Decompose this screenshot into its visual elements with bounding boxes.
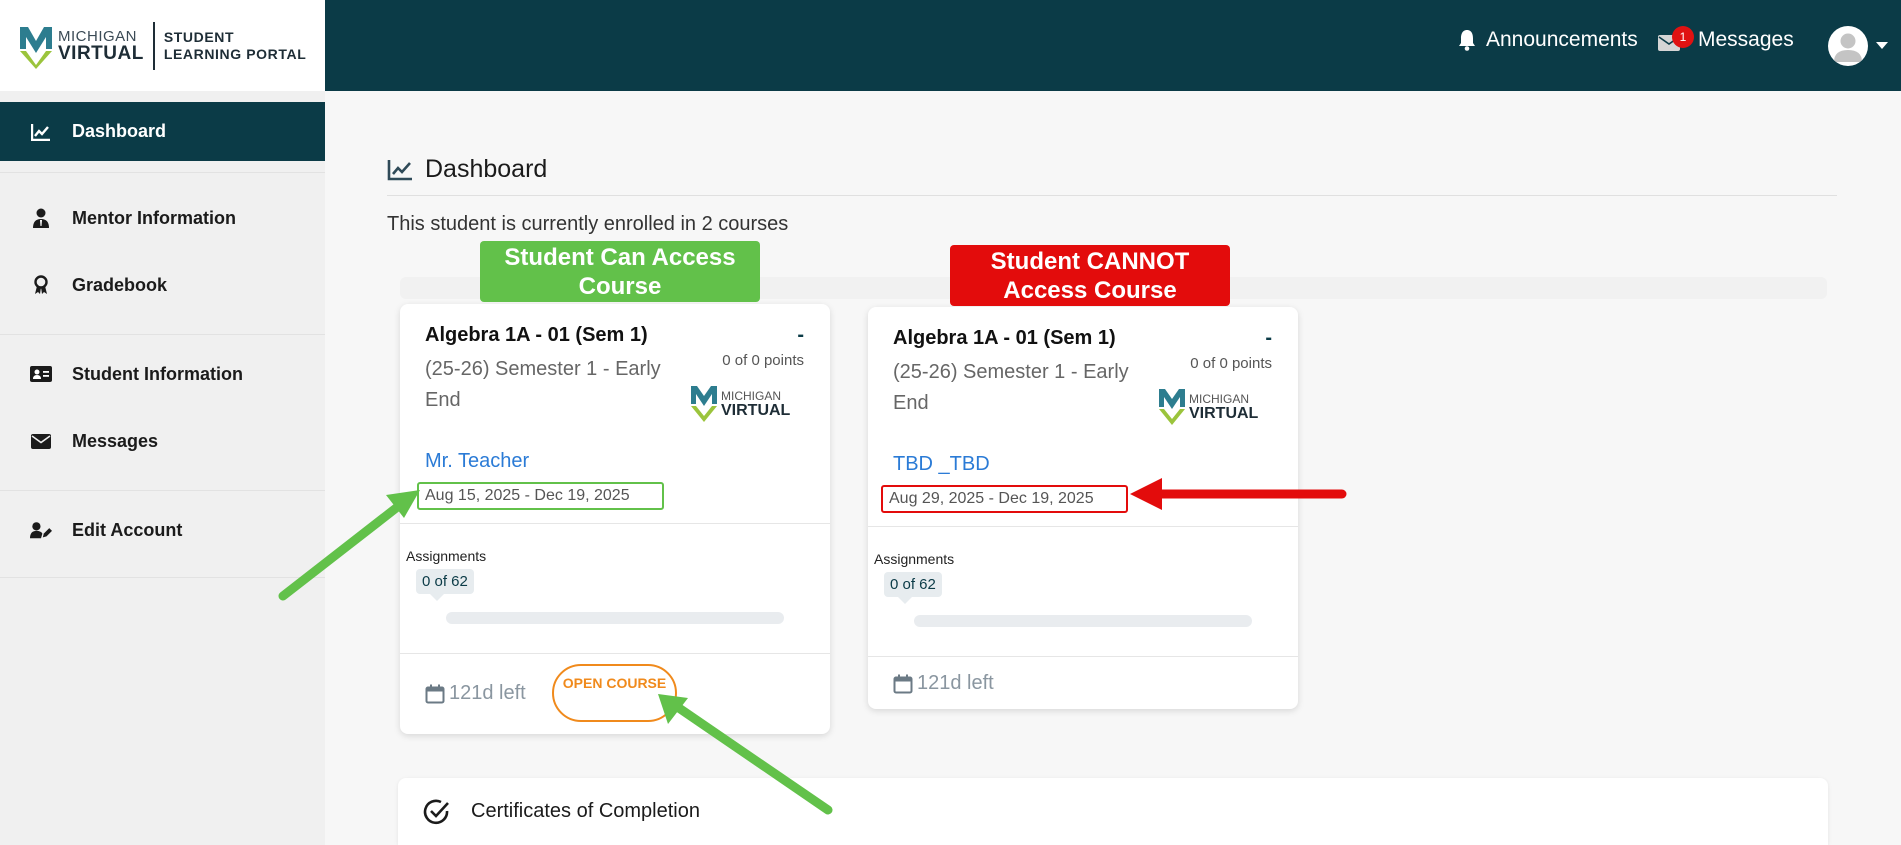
- sidebar-item-gradebook[interactable]: Gradebook: [0, 260, 325, 310]
- logo-text-michigan: MICHIGAN: [58, 27, 137, 45]
- user-icon: [1834, 33, 1862, 62]
- card-divider: [400, 523, 830, 524]
- logo-text-virtual: VIRTUAL: [58, 42, 144, 64]
- course-subtitle: (25-26) Semester 1 - Early End: [425, 358, 661, 411]
- callout-cannot-access: Student CANNOT Access Course: [950, 245, 1230, 306]
- michigan-virtual-logo-icon: [20, 26, 52, 69]
- sidebar: MICHIGAN VIRTUAL STUDENT LEARNING PORTAL…: [0, 0, 325, 845]
- check-circle-icon: [423, 799, 449, 824]
- teacher-link[interactable]: TBD _TBD: [893, 453, 990, 476]
- calendar-icon: [893, 674, 913, 693]
- assignments-progress-bar: [914, 615, 1252, 627]
- sidebar-divider: [0, 490, 325, 491]
- assignments-label: Assignments: [874, 551, 955, 567]
- assignments-count: 0 of 62: [884, 572, 942, 604]
- course-points: 0 of 0 points: [722, 352, 804, 369]
- course-title: Algebra 1A - 01 (Sem 1): [893, 327, 1116, 349]
- course-provider-logo: MICHIGAN VIRTUAL: [1158, 385, 1268, 425]
- messages-badge: 1: [1672, 26, 1694, 48]
- card-divider: [868, 656, 1298, 657]
- callout-can-access: Student Can Access Course: [480, 241, 760, 302]
- calendar-icon: [425, 684, 445, 703]
- days-left: 121d left: [425, 682, 526, 705]
- app-logo[interactable]: MICHIGAN VIRTUAL STUDENT LEARNING PORTAL: [0, 0, 325, 91]
- course-grade: -: [797, 324, 804, 346]
- course-provider-logo: MICHIGAN VIRTUAL: [690, 382, 800, 422]
- logo-divider: [152, 21, 155, 70]
- teacher-link[interactable]: Mr. Teacher: [425, 450, 529, 473]
- svg-text:MICHIGAN: MICHIGAN: [721, 389, 781, 403]
- portal-text-line1: STUDENT: [163, 29, 235, 46]
- enrollment-text: This student is currently enrolled in 2 …: [387, 213, 789, 235]
- envelope-icon: [30, 430, 52, 452]
- course-title: Algebra 1A - 01 (Sem 1): [425, 324, 648, 346]
- sidebar-divider: [0, 172, 325, 173]
- sidebar-item-label: Mentor Information: [72, 207, 236, 228]
- course-card: Algebra 1A - 01 (Sem 1) - (25-26) Semest…: [400, 304, 830, 734]
- sidebar-item-student-information[interactable]: Student Information: [0, 349, 325, 399]
- sidebar-item-mentor-information[interactable]: Mentor Information: [0, 193, 325, 243]
- svg-text:MICHIGAN: MICHIGAN: [1189, 392, 1249, 406]
- ribbon-icon: [30, 274, 52, 296]
- card-divider: [868, 526, 1298, 527]
- chart-icon: [387, 159, 412, 180]
- sidebar-item-messages[interactable]: Messages: [0, 416, 325, 466]
- messages-link[interactable]: 1 Messages: [1658, 26, 1794, 52]
- assignments-count: 0 of 62: [416, 569, 474, 601]
- certificates-label: Certificates of Completion: [471, 800, 700, 822]
- course-dates: Aug 29, 2025 - Dec 19, 2025: [881, 485, 1128, 513]
- sidebar-item-label: Dashboard: [72, 121, 167, 141]
- sidebar-divider: [0, 577, 325, 578]
- announcements-link[interactable]: Announcements: [1458, 28, 1638, 52]
- assignments-label: Assignments: [406, 548, 487, 564]
- person-icon: [30, 207, 52, 229]
- days-left: 121d left: [893, 672, 994, 695]
- title-divider: [387, 195, 1837, 196]
- course-dates: Aug 15, 2025 - Dec 19, 2025: [417, 482, 664, 510]
- sidebar-item-label: Student Information: [72, 363, 243, 384]
- page-title: Dashboard: [387, 155, 547, 184]
- michigan-virtual-logo-icon: MICHIGAN VIRTUAL: [691, 386, 791, 422]
- certificates-panel[interactable]: Certificates of Completion: [398, 778, 1828, 845]
- course-grade: -: [1265, 327, 1272, 349]
- chart-icon: [30, 121, 52, 143]
- page-title-text: Dashboard: [425, 155, 548, 183]
- portal-text-line2: LEARNING PORTAL: [163, 45, 307, 62]
- assignments-progress-bar: [446, 612, 784, 624]
- card-divider: [400, 653, 830, 654]
- michigan-virtual-logo-icon: MICHIGAN VIRTUAL: [1159, 389, 1259, 425]
- days-left-text: 121d left: [917, 672, 994, 694]
- sidebar-item-edit-account[interactable]: Edit Account: [0, 505, 325, 555]
- svg-text:VIRTUAL: VIRTUAL: [1189, 405, 1259, 422]
- course-card: Algebra 1A - 01 (Sem 1) - (25-26) Semest…: [868, 307, 1298, 709]
- course-subtitle: (25-26) Semester 1 - Early End: [893, 361, 1129, 414]
- user-avatar[interactable]: [1828, 26, 1868, 66]
- open-course-button[interactable]: OPEN COURSE: [552, 664, 677, 722]
- messages-label: Messages: [1698, 28, 1794, 51]
- days-left-text: 121d left: [449, 682, 526, 704]
- bell-icon: [1459, 30, 1475, 51]
- sidebar-item-label: Edit Account: [72, 519, 183, 540]
- course-points: 0 of 0 points: [1190, 355, 1272, 372]
- chevron-down-icon[interactable]: [1876, 42, 1888, 50]
- sidebar-item-label: Gradebook: [72, 274, 168, 295]
- id-card-icon: [30, 363, 52, 385]
- announcements-label: Announcements: [1486, 28, 1638, 51]
- user-edit-icon: [30, 519, 52, 541]
- sidebar-item-label: Messages: [72, 430, 159, 451]
- sidebar-divider: [0, 334, 325, 335]
- svg-text:VIRTUAL: VIRTUAL: [721, 402, 791, 419]
- sidebar-item-dashboard[interactable]: Dashboard: [0, 102, 325, 161]
